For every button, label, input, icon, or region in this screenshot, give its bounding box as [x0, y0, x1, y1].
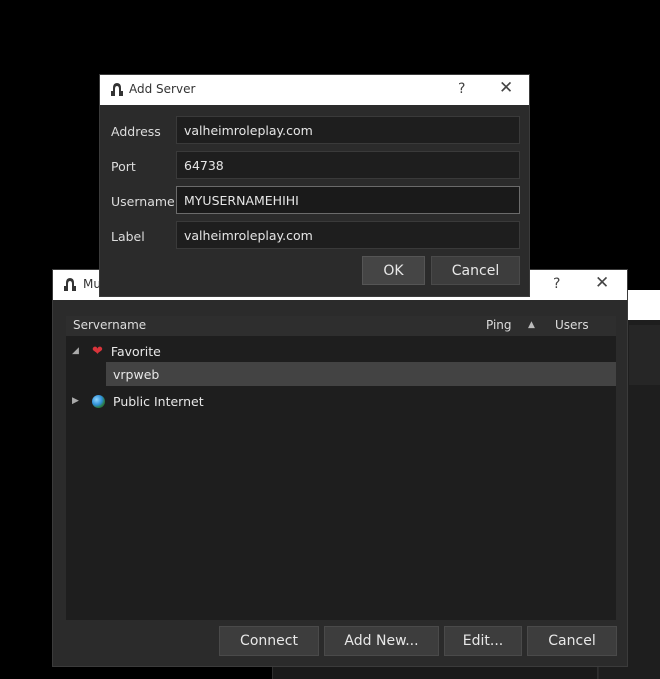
server-row-vrpweb[interactable]: vrpweb	[106, 362, 616, 386]
mumble-app-icon	[111, 83, 123, 96]
port-label: Port	[111, 159, 136, 174]
username-field[interactable]: MYUSERNAMEHIHI	[176, 186, 520, 214]
expanded-arrow-icon[interactable]: ◢	[72, 346, 86, 356]
column-users[interactable]: Users	[555, 318, 589, 332]
column-ping[interactable]: Ping	[486, 318, 512, 332]
tree-header: Servername Ping ▲ Users	[66, 316, 616, 336]
cancel-button[interactable]: Cancel	[527, 626, 617, 656]
add-new-button[interactable]: Add New...	[324, 626, 439, 656]
close-icon[interactable]: ✕	[595, 273, 609, 293]
tree-group-favorite[interactable]: ◢ ❤ Favorite	[72, 340, 161, 362]
connect-button[interactable]: Connect	[219, 626, 319, 656]
background-window-panel	[629, 325, 660, 385]
sort-ascending-icon: ▲	[528, 320, 535, 330]
add-server-title: Add Server	[129, 82, 196, 96]
server-tree[interactable]: Servername Ping ▲ Users ◢ ❤ Favorite vrp…	[66, 316, 616, 620]
help-button[interactable]: ?	[553, 276, 560, 292]
add-server-dialog: Add Server ? ✕ Address valheimroleplay.c…	[99, 74, 530, 297]
heart-icon: ❤	[92, 343, 103, 359]
server-name: vrpweb	[113, 366, 160, 382]
edit-button[interactable]: Edit...	[444, 626, 522, 656]
port-field[interactable]: 64738	[176, 151, 520, 179]
close-icon[interactable]: ✕	[499, 78, 513, 98]
server-connect-window: Mu ? ✕ Servername Ping ▲ Users ◢ ❤ Favor…	[52, 269, 628, 667]
tree-group-public-internet[interactable]: ▶ Public Internet	[72, 390, 204, 412]
group-label: Favorite	[110, 343, 161, 359]
address-label: Address	[111, 124, 161, 139]
username-label: Username	[111, 194, 175, 209]
column-servername[interactable]: Servername	[73, 318, 146, 332]
address-field[interactable]: valheimroleplay.com	[176, 116, 520, 144]
cancel-button[interactable]: Cancel	[431, 256, 520, 285]
add-server-titlebar[interactable]: Add Server ? ✕	[100, 75, 529, 105]
help-button[interactable]: ?	[458, 81, 465, 97]
background-window-bottom	[272, 667, 598, 679]
ok-button[interactable]: OK	[362, 256, 425, 285]
label-label: Label	[111, 229, 145, 244]
globe-icon	[92, 394, 105, 408]
collapsed-arrow-icon[interactable]: ▶	[72, 396, 86, 406]
label-field[interactable]: valheimroleplay.com	[176, 221, 520, 249]
mumble-app-icon	[64, 278, 76, 291]
group-label: Public Internet	[113, 393, 204, 409]
